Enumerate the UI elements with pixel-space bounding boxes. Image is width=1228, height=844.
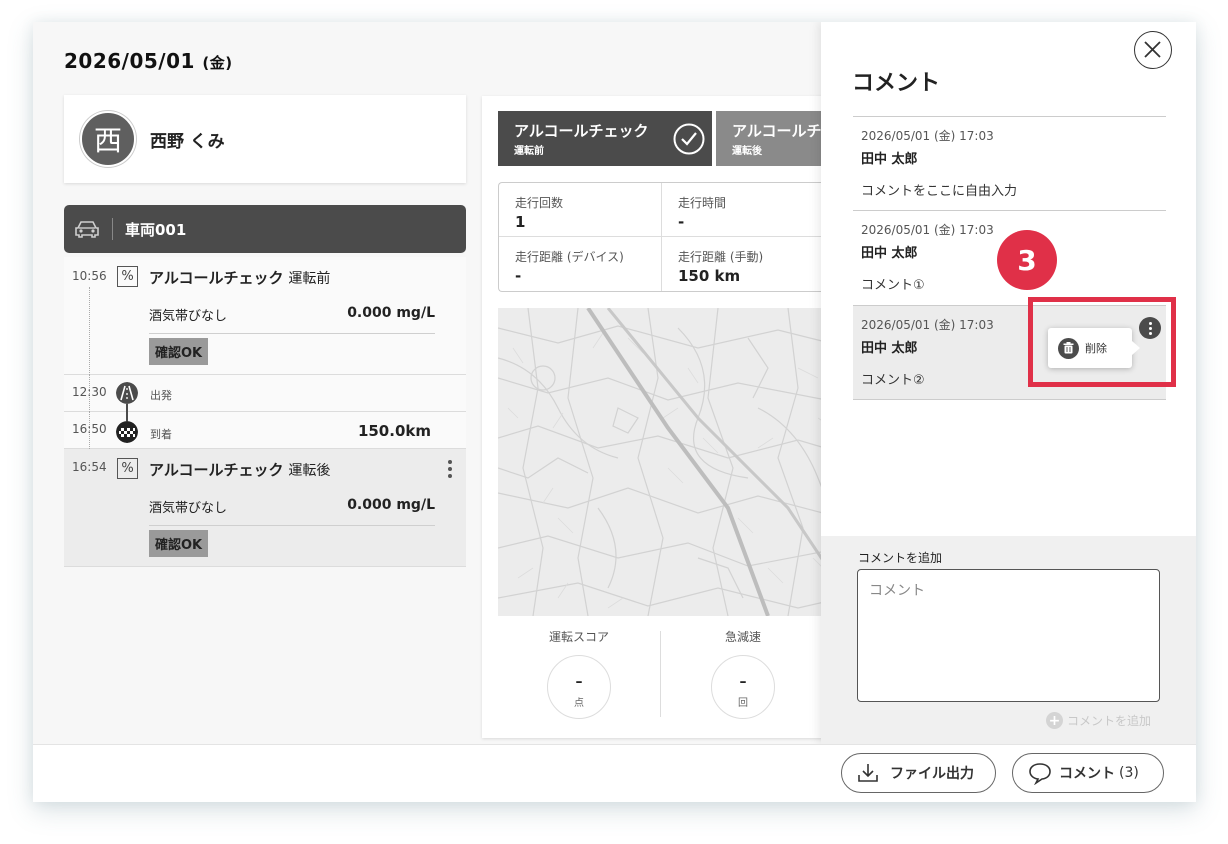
stat-trip-count: 走行回数 1 xyxy=(499,183,662,237)
stat-label: 走行距離 (手動) xyxy=(678,250,764,264)
check-title: アルコールチェック 運転前 xyxy=(149,267,330,288)
check-title: アルコールチェック 運転後 xyxy=(149,459,330,480)
timeline-item-check-after[interactable]: 16:54 % アルコールチェック 運転後 酒気帯びなし 0.000 mg/L … xyxy=(64,449,466,567)
comment-timestamp: 2026/05/01 (金) 17:03 xyxy=(861,129,994,143)
status-badge: 確認OK xyxy=(149,530,209,557)
user-card: 西 西野 くみ xyxy=(64,95,466,183)
user-name: 西野 くみ xyxy=(150,131,225,152)
comment-count: (3) xyxy=(1119,765,1139,781)
add-comment-button-label: コメントを追加 xyxy=(1066,714,1151,728)
check-title-main: アルコールチェック xyxy=(149,269,284,287)
comment-item: 2026/05/01 (金) 17:03 田中 太郎 コメントをここに自由入力 xyxy=(853,116,1166,211)
stat-label: 走行時間 xyxy=(678,196,727,210)
timeline: 10:56 % アルコールチェック 運転前 酒気帯びなし 0.000 mg/L … xyxy=(64,257,466,567)
stat-distance-device: 走行距離 (デバイス) - xyxy=(499,237,662,291)
time: 16:54 xyxy=(72,460,107,474)
vehicle-header: 車両001 xyxy=(64,205,466,253)
comment-button[interactable]: コメント (3) xyxy=(1012,753,1164,793)
stat-value: - xyxy=(515,267,522,285)
comment-input[interactable]: コメント xyxy=(857,569,1160,702)
divider xyxy=(853,399,1166,400)
close-button[interactable] xyxy=(1134,31,1172,69)
score-value: – xyxy=(739,674,747,690)
route-line xyxy=(126,412,128,421)
score-circle: – 点 xyxy=(547,655,611,719)
map-streets xyxy=(498,308,842,616)
time: 10:56 xyxy=(72,269,107,283)
add-comment-button[interactable]: + コメントを追加 xyxy=(1045,712,1151,729)
trip-stats: 走行回数 1 走行時間 - 走行距離 (デバイス) - 走行距離 (手動) 15… xyxy=(498,182,842,292)
comment-author: 田中 太郎 xyxy=(861,152,918,167)
stat-value: 150 km xyxy=(678,267,741,285)
time: 16:50 xyxy=(72,422,107,436)
route-map[interactable] xyxy=(498,308,842,616)
stat-label: 走行回数 xyxy=(515,196,564,210)
highlight-box xyxy=(1028,297,1176,387)
score-unit: 点 xyxy=(574,698,584,709)
result-detail: 酒気帯びなし xyxy=(149,501,228,516)
export-label: ファイル出力 xyxy=(890,766,974,782)
download-icon xyxy=(858,764,878,782)
add-comment-label: コメントを追加 xyxy=(858,551,943,565)
more-options-icon[interactable] xyxy=(448,460,452,481)
add-comment-area: コメントを追加 コメント + コメントを追加 xyxy=(821,536,1196,744)
alcohol-check-icon: % xyxy=(117,266,138,287)
comment-body: コメントをここに自由入力 xyxy=(861,184,1018,199)
check-phase: 運転後 xyxy=(288,463,331,479)
finish-flag-icon xyxy=(116,421,138,443)
score-value: – xyxy=(575,674,583,690)
comment-label: コメント xyxy=(1059,766,1115,782)
score-unit: 回 xyxy=(738,698,748,709)
date-text: 2026/05/01 xyxy=(64,49,195,73)
event-label: 出発 xyxy=(150,389,172,402)
divider xyxy=(660,631,661,717)
alcohol-check-icon: % xyxy=(117,458,138,479)
event-label: 到着 xyxy=(150,428,172,441)
score-label: 急減速 xyxy=(724,630,761,644)
status-badge: 確認OK xyxy=(149,338,209,365)
result-row: 酒気帯びなし 0.000 mg/L xyxy=(149,305,435,334)
check-phase: 運転前 xyxy=(288,271,331,287)
road-icon xyxy=(116,382,138,404)
day-of-week: (金) xyxy=(202,54,233,72)
score-circle: – 回 xyxy=(711,655,775,719)
result-detail: 酒気帯びなし xyxy=(149,309,228,324)
timeline-item-check-before[interactable]: 10:56 % アルコールチェック 運転前 酒気帯びなし 0.000 mg/L … xyxy=(64,257,466,375)
check-title-main: アルコールチェック xyxy=(149,461,284,479)
driving-score: 運転スコア – 点 xyxy=(504,628,654,719)
score-area: 運転スコア – 点 急減速 – 回 xyxy=(498,626,842,726)
vehicle-name: 車両001 xyxy=(125,220,187,239)
stat-label: 走行距離 (デバイス) xyxy=(515,250,624,264)
hard-braking-score: 急減速 – 回 xyxy=(668,628,818,719)
divider xyxy=(112,218,113,240)
tab-check-before[interactable]: アルコールチェック 運転前 xyxy=(498,111,712,166)
stat-trip-time: 走行時間 - xyxy=(662,183,825,237)
page-title: 2026/05/01 (金) xyxy=(64,49,233,73)
stat-value: 1 xyxy=(515,213,526,231)
step-badge: 3 xyxy=(997,230,1057,290)
footer-bar: ファイル出力 コメント (3) xyxy=(33,744,1196,802)
result-value: 0.000 mg/L xyxy=(347,497,435,513)
speech-bubble-icon xyxy=(1029,763,1051,785)
app-window: 2026/05/01 (金) 西 西野 くみ 車両001 10:56 % アルコ… xyxy=(33,22,1196,802)
timeline-item-depart: 12:30 出発 xyxy=(64,375,466,416)
time: 12:30 xyxy=(72,385,107,399)
timeline-item-arrive: 16:50 到着 150.0km xyxy=(64,412,466,449)
stat-distance-manual: 走行距離 (手動) 150 km xyxy=(662,237,825,291)
avatar: 西 xyxy=(80,111,136,167)
timeline-connector xyxy=(89,287,90,375)
plus-icon: + xyxy=(1045,712,1063,729)
result-value: 0.000 mg/L xyxy=(347,305,435,321)
close-icon xyxy=(1144,41,1161,58)
result-row: 酒気帯びなし 0.000 mg/L xyxy=(149,497,435,526)
panel-title: コメント xyxy=(852,71,941,96)
export-button[interactable]: ファイル出力 xyxy=(841,753,996,793)
car-icon xyxy=(75,221,99,238)
detail-panel: アルコールチェック 運転前 アルコールチェ 運転後 走行回数 1 走行時間 - … xyxy=(482,96,842,738)
distance-value: 150.0km xyxy=(357,422,431,440)
score-label: 運転スコア xyxy=(548,630,609,644)
stat-value: - xyxy=(678,213,685,231)
check-circle-icon xyxy=(673,123,705,155)
